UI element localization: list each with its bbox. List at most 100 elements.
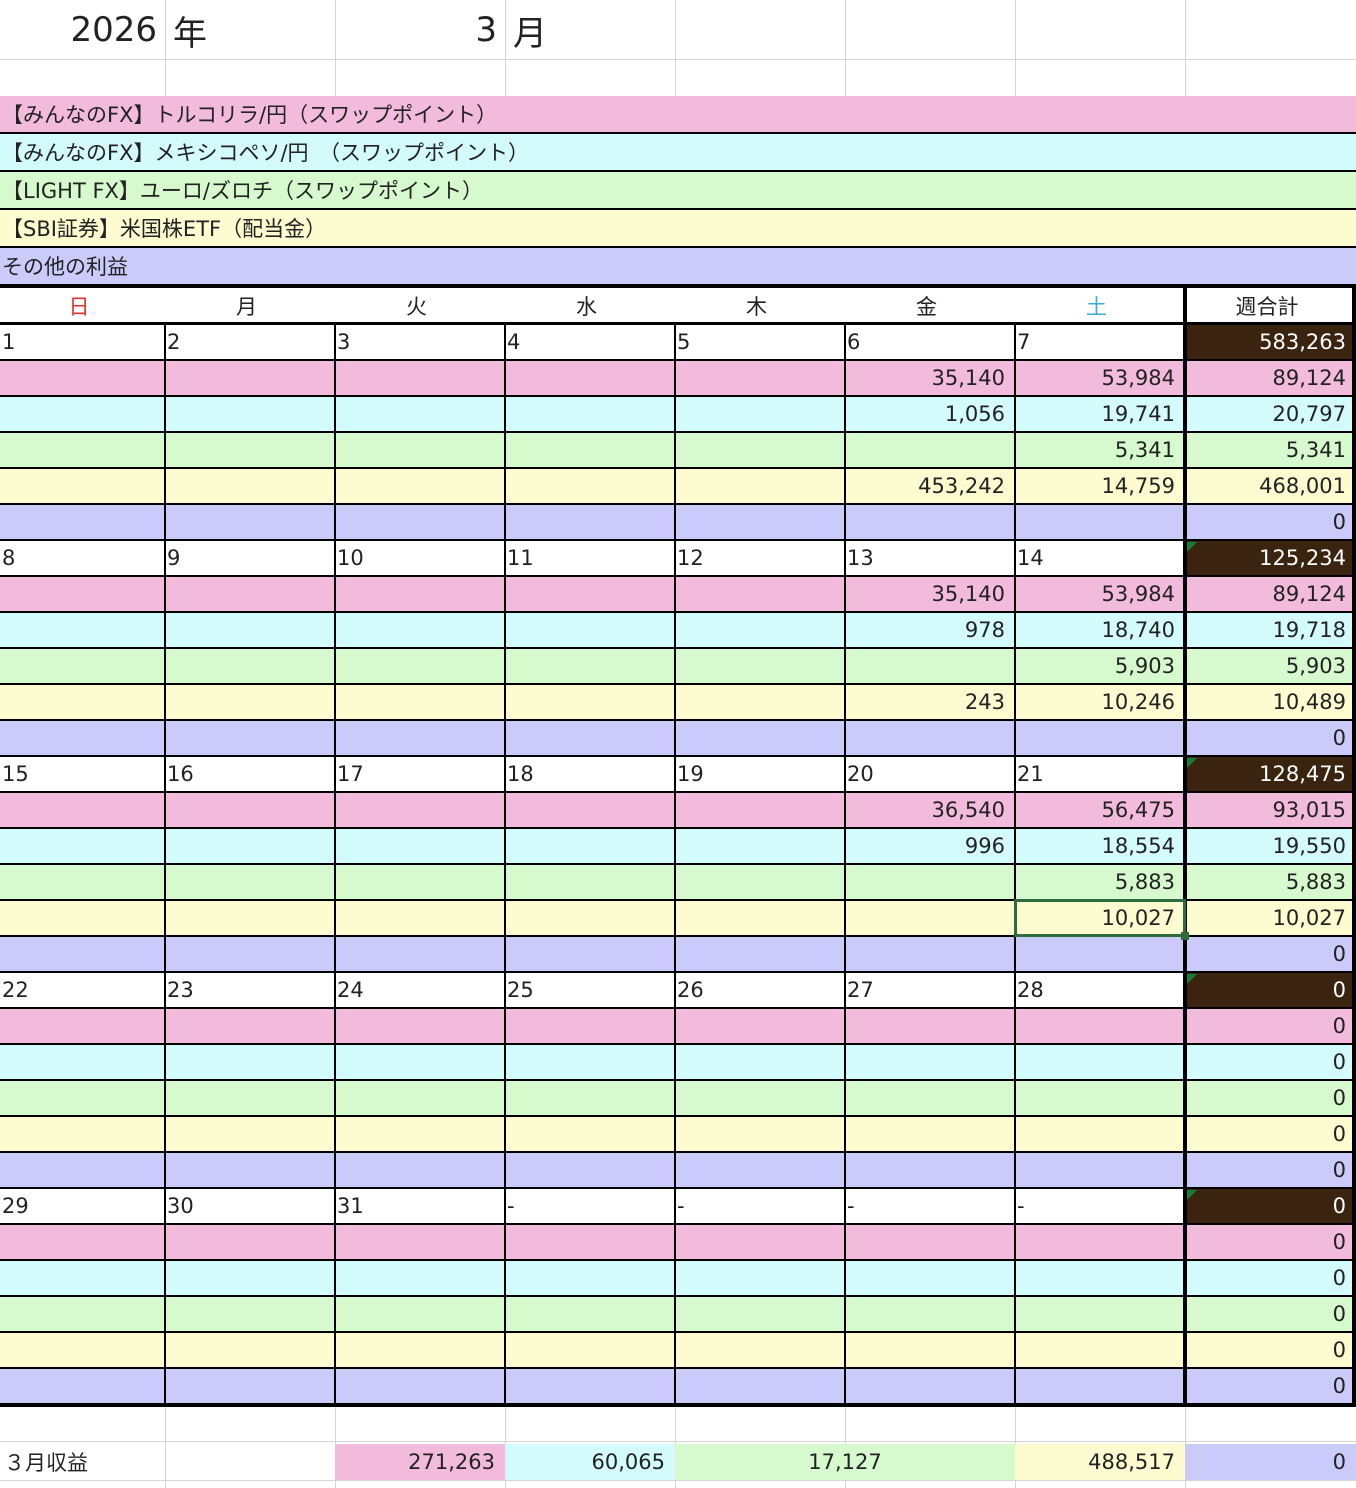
amount-cell[interactable] [335,1296,505,1332]
amount-cell[interactable] [845,648,1015,684]
summary-total-cell[interactable]: 60,065 [505,1444,675,1480]
year-unit-cell[interactable]: 年 [165,0,335,60]
row-total-cell[interactable]: 5,903 [1185,648,1356,684]
amount-cell[interactable] [165,576,335,612]
amount-cell[interactable] [505,468,675,504]
amount-cell[interactable] [0,1260,165,1296]
amount-cell[interactable] [165,1260,335,1296]
amount-cell[interactable]: 53,984 [1015,360,1185,396]
amount-cell[interactable] [675,1080,845,1116]
amount-cell[interactable] [0,864,165,900]
weekly-total-cell[interactable]: 128,475 [1185,756,1356,792]
amount-cell[interactable] [845,1152,1015,1188]
amount-cell[interactable]: 56,475 [1015,792,1185,828]
amount-cell[interactable] [675,1008,845,1044]
year-cell[interactable]: 2026 [0,0,165,60]
amount-cell[interactable] [165,1224,335,1260]
amount-cell[interactable]: 35,140 [845,576,1015,612]
amount-cell[interactable]: 35,140 [845,360,1015,396]
legend-band[interactable]: その他の利益 [0,248,1356,284]
row-total-cell[interactable]: 0 [1185,1008,1356,1044]
row-total-cell[interactable]: 0 [1185,1224,1356,1260]
legend-band[interactable]: 【LIGHT FX】ユーロ/ズロチ（スワップポイント） [0,172,1356,208]
amount-cell[interactable]: 5,883 [1015,864,1185,900]
amount-cell[interactable] [675,1152,845,1188]
summary-total-cell[interactable]: 17,127 [675,1444,1015,1480]
amount-cell[interactable] [675,1368,845,1404]
day-number-cell[interactable]: 18 [505,756,675,792]
amount-cell[interactable] [165,936,335,972]
amount-cell[interactable] [1015,1332,1185,1368]
amount-cell[interactable]: 5,903 [1015,648,1185,684]
amount-cell[interactable] [1015,1044,1185,1080]
amount-cell[interactable] [335,1080,505,1116]
amount-cell[interactable] [675,432,845,468]
day-number-cell[interactable]: 31 [335,1188,505,1224]
row-total-cell[interactable]: 89,124 [1185,576,1356,612]
row-total-cell[interactable]: 468,001 [1185,468,1356,504]
amount-cell[interactable] [505,648,675,684]
amount-cell[interactable] [675,1296,845,1332]
amount-cell[interactable] [165,1152,335,1188]
amount-cell[interactable]: 19,741 [1015,396,1185,432]
amount-cell[interactable] [0,1152,165,1188]
amount-cell[interactable] [845,1224,1015,1260]
day-number-cell[interactable]: 14 [1015,540,1185,576]
amount-cell[interactable] [335,360,505,396]
amount-cell[interactable] [165,864,335,900]
amount-cell[interactable] [335,720,505,756]
amount-cell[interactable] [845,432,1015,468]
amount-cell[interactable] [505,936,675,972]
amount-cell[interactable] [505,1080,675,1116]
amount-cell[interactable]: 243 [845,684,1015,720]
amount-cell[interactable] [505,1296,675,1332]
amount-cell[interactable] [675,900,845,936]
row-total-cell[interactable]: 19,550 [1185,828,1356,864]
amount-cell[interactable] [505,1368,675,1404]
row-total-cell[interactable]: 10,027 [1185,900,1356,936]
row-total-cell[interactable]: 0 [1185,1152,1356,1188]
amount-cell[interactable] [845,900,1015,936]
amount-cell[interactable] [165,900,335,936]
amount-cell[interactable] [675,1044,845,1080]
amount-cell[interactable] [335,1116,505,1152]
amount-cell[interactable]: 453,242 [845,468,1015,504]
day-number-cell[interactable]: 25 [505,972,675,1008]
amount-cell[interactable] [0,828,165,864]
day-number-cell[interactable]: 9 [165,540,335,576]
amount-cell[interactable] [0,792,165,828]
weekly-total-cell[interactable]: 0 [1185,1188,1356,1224]
day-number-cell[interactable]: 12 [675,540,845,576]
amount-cell[interactable] [845,1296,1015,1332]
amount-cell[interactable] [335,432,505,468]
amount-cell[interactable] [845,1044,1015,1080]
amount-cell[interactable] [165,360,335,396]
amount-cell[interactable] [675,360,845,396]
amount-cell[interactable] [505,432,675,468]
amount-cell[interactable] [165,1080,335,1116]
day-number-cell[interactable]: 1 [0,324,165,360]
row-total-cell[interactable]: 19,718 [1185,612,1356,648]
day-number-cell[interactable]: - [675,1188,845,1224]
amount-cell[interactable] [0,504,165,540]
amount-cell[interactable] [675,648,845,684]
day-number-cell[interactable]: 11 [505,540,675,576]
amount-cell[interactable] [505,396,675,432]
day-number-cell[interactable]: 21 [1015,756,1185,792]
amount-cell[interactable]: 36,540 [845,792,1015,828]
amount-cell[interactable]: 10,246 [1015,684,1185,720]
amount-cell[interactable] [165,828,335,864]
day-number-cell[interactable]: 29 [0,1188,165,1224]
day-number-cell[interactable]: - [845,1188,1015,1224]
legend-band[interactable]: 【SBI証券】米国株ETF（配当金） [0,210,1356,246]
amount-cell[interactable] [1015,1260,1185,1296]
amount-cell[interactable] [335,1008,505,1044]
weekly-total-cell[interactable]: 0 [1185,972,1356,1008]
amount-cell[interactable]: 978 [845,612,1015,648]
amount-cell[interactable] [335,1152,505,1188]
day-number-cell[interactable]: 6 [845,324,1015,360]
amount-cell[interactable] [165,396,335,432]
amount-cell[interactable] [1015,1116,1185,1152]
amount-cell[interactable] [335,828,505,864]
amount-cell[interactable] [505,612,675,648]
